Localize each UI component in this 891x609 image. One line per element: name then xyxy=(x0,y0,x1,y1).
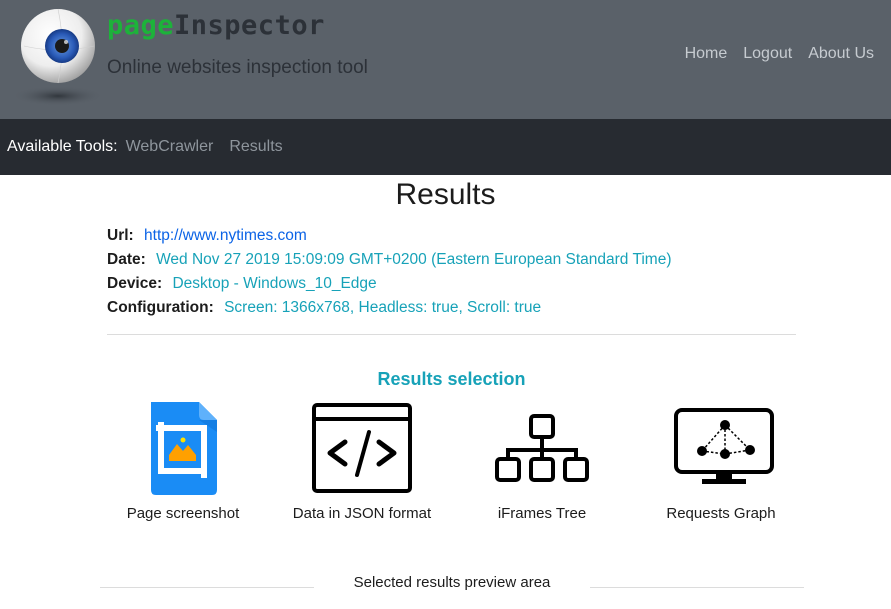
tree-hierarchy-icon xyxy=(495,414,589,482)
json-data-label: Data in JSON format xyxy=(292,505,432,522)
device-value: Desktop - Windows_10_Edge xyxy=(172,275,377,292)
nav-about-us-link[interactable]: About Us xyxy=(808,45,874,63)
brand-subtitle: Online websites inspection tool xyxy=(107,57,368,78)
nav-home-link[interactable]: Home xyxy=(685,45,728,63)
requests-graph-label: Requests Graph xyxy=(666,505,776,522)
url-label: Url: xyxy=(107,227,134,244)
results-selection-title: Results selection xyxy=(377,369,526,389)
device-label: Device: xyxy=(107,275,163,292)
eyeball-icon xyxy=(14,8,104,106)
brand-title-inspector: Inspector xyxy=(174,10,325,41)
screenshot-icon xyxy=(151,402,217,495)
requests-graph-option[interactable]: Requests Graph xyxy=(641,402,801,526)
divider xyxy=(107,334,796,335)
preview-area-header: Selected results preview area xyxy=(100,574,804,598)
code-window-icon xyxy=(312,403,412,493)
available-tools-label: Available Tools: xyxy=(7,138,118,155)
preview-area-label: Selected results preview area xyxy=(353,574,551,591)
tool-webcrawler-link[interactable]: WebCrawler xyxy=(126,138,214,156)
tools-bar: Available Tools: WebCrawler Results xyxy=(0,119,891,175)
page-screenshot-label: Page screenshot xyxy=(126,505,240,522)
top-nav: Home Logout About Us xyxy=(685,45,874,63)
tool-results-link[interactable]: Results xyxy=(229,138,282,156)
nav-logout-link[interactable]: Logout xyxy=(743,45,792,63)
info-device-row: Device: Desktop - Windows_10_Edge xyxy=(107,272,671,296)
page-screenshot-option[interactable]: Page screenshot xyxy=(103,402,263,526)
json-data-option[interactable]: Data in JSON format xyxy=(282,402,442,526)
page-title: Results xyxy=(395,178,496,211)
info-configuration-row: Configuration: Screen: 1366x768, Headles… xyxy=(107,296,671,320)
monitor-graph-icon xyxy=(674,408,774,484)
info-url-row: Url: http://www.nytimes.com xyxy=(107,224,671,248)
url-link[interactable]: http://www.nytimes.com xyxy=(144,227,307,244)
iframes-tree-option[interactable]: iFrames Tree xyxy=(462,402,622,526)
preview-divider-right xyxy=(590,587,804,588)
iframes-tree-label: iFrames Tree xyxy=(497,505,587,522)
configuration-label: Configuration: xyxy=(107,299,214,316)
info-date-row: Date: Wed Nov 27 2019 15:09:09 GMT+0200 … xyxy=(107,248,671,272)
date-value: Wed Nov 27 2019 15:09:09 GMT+0200 (Easte… xyxy=(156,251,672,268)
result-info: Url: http://www.nytimes.com Date: Wed No… xyxy=(107,224,671,320)
brand-title: pageInspector xyxy=(107,10,325,41)
brand-title-page: page xyxy=(107,10,175,41)
configuration-value: Screen: 1366x768, Headless: true, Scroll… xyxy=(224,299,542,316)
date-label: Date: xyxy=(107,251,146,268)
header: pageInspector Online websites inspection… xyxy=(0,0,891,119)
